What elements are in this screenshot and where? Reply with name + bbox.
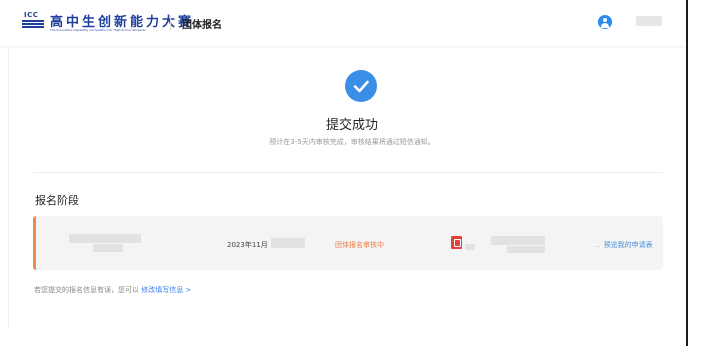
pdf-file-icon[interactable] [451,236,462,249]
logo-english-name: The Innovative Capability Competition fo… [50,28,146,32]
preview-application-link[interactable]: ... 预览我的申请表 [594,240,653,250]
header-divider [170,15,171,31]
check-circle-icon [345,70,377,102]
section-divider [33,172,663,173]
file-meta-redacted [465,244,475,250]
team-id-redacted [93,244,123,252]
file-name-redacted-2 [507,246,545,253]
file-name-redacted [491,236,545,245]
success-description: 预计在3-5天内审核完成，审核结果将通过短信通知。 [269,138,435,146]
edit-info-link[interactable]: 修改填写信息 > [141,286,191,294]
status-badge: 团体报名审核中 [335,241,384,249]
section-title-stage: 报名阶段 [35,194,79,207]
brand-logo[interactable]: ICC 高中生创新能力大赛 The Innovative Capability … [22,9,191,37]
row-accent-bar [33,216,36,270]
team-name-redacted [69,234,141,243]
window-border [686,0,688,346]
submission-date: 2023年11月 [227,241,268,249]
user-avatar-icon[interactable] [598,15,612,29]
top-header: ICC 高中生创新能力大赛 The Innovative Capability … [0,0,686,46]
logo-mark-text: ICC [24,11,39,19]
edit-note-text: 若您提交的报名信息有误，您可以 [34,286,139,294]
username-redacted[interactable] [636,16,662,26]
icc-logo-icon: ICC [22,11,44,29]
date-detail-redacted [271,238,305,248]
registration-row: 2023年11月 团体报名审核中 ... 预览我的申请表 [33,216,663,270]
success-title: 提交成功 [325,118,378,133]
page-title: 团体报名 [182,20,222,31]
edit-note: 若您提交的报名信息有误，您可以 修改填写信息 > [34,285,191,295]
content-left-border [8,48,9,328]
